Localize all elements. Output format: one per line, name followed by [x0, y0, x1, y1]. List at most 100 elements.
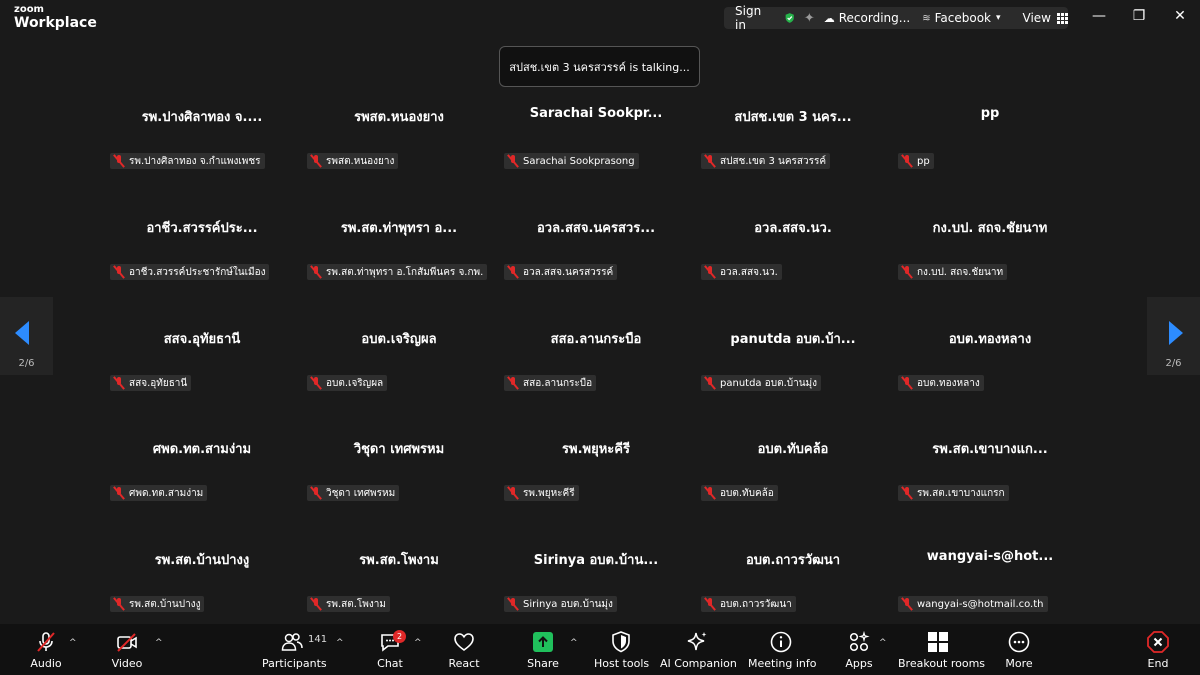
participant-display-name: รพ.พยุหะคีรี	[562, 442, 630, 457]
participants-options-caret[interactable]: ^	[336, 638, 344, 648]
participant-display-name: อาชีว.สวรรค์ประ...	[146, 221, 258, 236]
participant-display-name: วิชุดา เทศพรหม	[353, 442, 445, 457]
host-tools-button[interactable]: Host tools	[594, 624, 649, 675]
live-stream-dropdown[interactable]: ≋ Facebook ▾	[922, 11, 1000, 25]
participant-name-tag: รพสต.หนองยาง	[307, 153, 399, 169]
video-options-caret[interactable]: ^	[155, 638, 163, 648]
share-screen-icon	[533, 632, 553, 652]
active-speaker-toast: สปสช.เขต 3 นครสวรรค์ is talking...	[499, 46, 700, 87]
participant-tile[interactable]: รพ.สต.เขาบางแก... รพ.สต.เขาบางแกรก	[894, 438, 1086, 548]
breakout-rooms-button[interactable]: Breakout rooms	[898, 624, 986, 675]
participant-tile[interactable]: อาชีว.สวรรค์ประ... อาชีว.สวรรค์ประชารักษ์…	[106, 217, 298, 327]
participant-tile[interactable]: Sarachai Sookpr... Sarachai Sookprasong	[500, 106, 692, 216]
ai-companion-label: AI Companion	[660, 657, 737, 670]
mic-muted-icon	[703, 154, 717, 168]
apps-button[interactable]: Apps	[842, 624, 876, 675]
end-meeting-button[interactable]: End	[1140, 624, 1176, 675]
sign-in-button[interactable]: Sign in	[735, 4, 768, 32]
minimize-icon[interactable]: —	[1091, 8, 1107, 24]
more-button[interactable]: More	[1000, 624, 1038, 675]
video-off-icon	[117, 633, 137, 652]
ai-companion-button[interactable]: AI Companion	[660, 624, 737, 675]
participant-name-tag: วิชุดา เทศพรหม	[307, 485, 400, 501]
chat-options-caret[interactable]: ^	[414, 638, 422, 648]
logo-line-1: zoom	[14, 4, 44, 15]
shield-check-icon[interactable]	[784, 11, 795, 25]
more-icon	[1008, 631, 1030, 653]
ai-sparkle-icon	[687, 632, 707, 651]
participant-full-name: สปสช.เขต 3 นครสวรรค์	[720, 155, 827, 167]
mic-muted-icon	[703, 486, 717, 500]
previous-page-button[interactable]: 2/6	[0, 297, 53, 375]
participant-tile[interactable]: สปสช.เขต 3 นคร... สปสช.เขต 3 นครสวรรค์	[697, 106, 889, 216]
share-options-caret[interactable]: ^	[570, 638, 578, 648]
breakout-rooms-label: Breakout rooms	[898, 657, 986, 670]
participants-button[interactable]: Participants	[262, 624, 327, 675]
participant-full-name: อบต.ทับคล้อ	[720, 487, 774, 499]
page-indicator-left: 2/6	[18, 358, 35, 369]
participant-name-tag: Sarachai Sookprasong	[504, 153, 639, 169]
participant-tile[interactable]: อบต.เจริญผล อบต.เจริญผล	[303, 328, 495, 438]
next-page-button[interactable]: 2/6	[1147, 297, 1200, 375]
participant-display-name: อบต.เจริญผล	[361, 332, 437, 347]
participant-tile[interactable]: รพ.พยุหะคีรี รพ.พยุหะคีรี	[500, 438, 692, 548]
participant-tile[interactable]: อวล.สสจ.นว. อวล.สสจ.นว.	[697, 217, 889, 327]
meeting-info-button[interactable]: Meeting info	[748, 624, 817, 675]
participant-display-name: อบต.ถาวรวัฒนา	[745, 553, 841, 568]
video-button[interactable]: Video	[104, 624, 150, 675]
participant-tile[interactable]: สสอ.ลานกระบือ สสอ.ลานกระบือ	[500, 328, 692, 438]
chat-label: Chat	[377, 657, 403, 670]
stream-label: Facebook	[934, 11, 991, 25]
participant-tile[interactable]: วิชุดา เทศพรหม วิชุดา เทศพรหม	[303, 438, 495, 548]
participant-full-name: อบต.ทองหลาง	[917, 377, 980, 389]
react-button[interactable]: React	[444, 624, 484, 675]
participants-count: 141	[308, 634, 328, 645]
mic-muted-icon	[900, 376, 914, 390]
participant-full-name: wangyai-s@hotmail.co.th	[917, 598, 1044, 610]
participant-display-name: รพ.สต.เขาบางแก...	[932, 442, 1048, 457]
participant-display-name: อบต.ทองหลาง	[948, 332, 1032, 347]
mic-muted-icon	[112, 597, 126, 611]
participant-tile[interactable]: อบต.ทับคล้อ อบต.ทับคล้อ	[697, 438, 889, 548]
mic-muted-icon	[309, 265, 323, 279]
view-button[interactable]: View	[1023, 11, 1068, 25]
recording-indicator[interactable]: ☁ Recording...	[824, 11, 910, 25]
participant-tile[interactable]: สสจ.อุทัยธานี สสจ.อุทัยธานี	[106, 328, 298, 438]
participant-tile[interactable]: panutda อบต.บ้า... panutda อบต.บ้านมุ่ง	[697, 328, 889, 438]
mic-muted-icon	[900, 486, 914, 500]
grid-icon	[1057, 12, 1068, 24]
participant-tile[interactable]: ศพด.ทต.สามง่าม ศพด.ทต.สามง่าม	[106, 438, 298, 548]
participants-label: Participants	[262, 657, 327, 670]
mic-muted-icon	[112, 486, 126, 500]
participant-display-name: รพ.สต.โพงาม	[359, 553, 439, 568]
participant-display-name: สสอ.ลานกระบือ	[550, 332, 642, 347]
mic-muted-icon	[309, 597, 323, 611]
participant-tile[interactable]: อบต.ทองหลาง อบต.ทองหลาง	[894, 328, 1086, 438]
meeting-info-label: Meeting info	[748, 657, 817, 670]
audio-label: Audio	[30, 657, 62, 670]
participant-full-name: รพ.สต.ท่าพุทรา อ.โกสัมพีนคร จ.กพ.	[326, 266, 484, 278]
participant-tile[interactable]: รพสต.หนองยาง รพสต.หนองยาง	[303, 106, 495, 216]
participant-name-tag: ศพด.ทต.สามง่าม	[110, 485, 208, 501]
audio-button[interactable]: Audio	[22, 624, 70, 675]
title-bar: zoom Workplace Sign in ✦ ☁ Recording... …	[0, 0, 1200, 38]
apps-options-caret[interactable]: ^	[879, 638, 887, 648]
share-button[interactable]: Share	[522, 624, 564, 675]
participant-tile[interactable]: รพ.ปางศิลาทอง จ.... รพ.ปางศิลาทอง จ.กำแพง…	[106, 106, 298, 216]
audio-options-caret[interactable]: ^	[69, 638, 77, 648]
participant-tile[interactable]: pp pp	[894, 106, 1086, 216]
cloud-icon: ☁	[823, 11, 835, 25]
participant-tile[interactable]: กง.บป. สถจ.ชัยนาท กง.บป. สถจ.ชัยนาท	[894, 217, 1086, 327]
participant-tile[interactable]: อวล.สสจ.นครสวร... อวล.สสจ.นครสวรรค์	[500, 217, 692, 327]
participant-name-tag: รพ.สต.บ้านปางงู	[110, 596, 205, 612]
participant-tile[interactable]: รพ.สต.ท่าพุทรา อ... รพ.สต.ท่าพุทรา อ.โกสั…	[303, 217, 495, 327]
sparkle-icon[interactable]: ✦	[804, 11, 815, 26]
participant-display-name: สสจ.อุทัยธานี	[163, 332, 241, 347]
mic-muted-icon	[506, 265, 520, 279]
participant-name-tag: Sirinya อบต.บ้านมุ่ง	[504, 596, 617, 612]
participant-name-tag: อบต.ถาวรวัฒนา	[701, 596, 796, 612]
restore-icon[interactable]: ❐	[1131, 8, 1147, 24]
participant-display-name: สปสช.เขต 3 นคร...	[734, 110, 852, 125]
close-icon[interactable]: ✕	[1172, 8, 1188, 24]
meeting-toolbar: Audio ^ Video ^ Participants 141 ^ Chat …	[0, 624, 1200, 675]
